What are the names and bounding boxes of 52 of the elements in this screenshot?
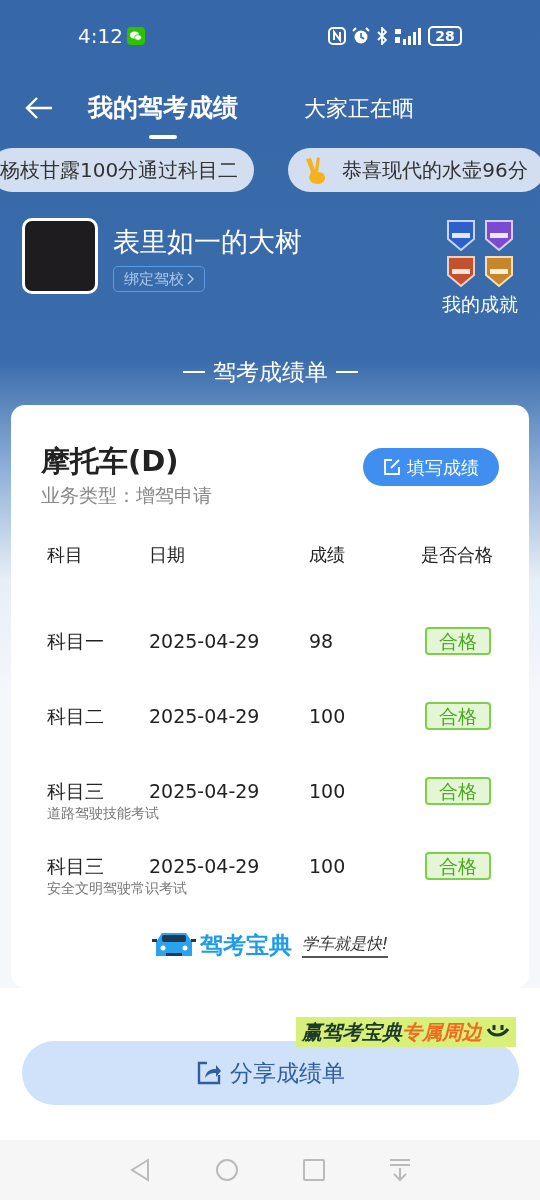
column-header: 成绩 [309,543,346,567]
table-cell-text: 98 [309,628,335,654]
result-tag: 合格 [425,852,491,880]
status-time: 4:12 [78,23,123,50]
achievement-badge-icon[interactable] [482,254,516,288]
table-cell-text: 2025-04-29 [149,853,261,879]
user-name: 表里如一的大树 [113,225,302,259]
achievements-link[interactable]: 我的成就 [442,290,518,319]
tab[interactable]: 我的驾考成绩 [88,77,238,139]
section-title: 驾考成绩单 [212,357,328,387]
column-header: 日期 [149,543,186,567]
chat-app-icon [126,27,145,45]
congrats-chip[interactable]: 恭喜现代的水壶96分 [288,148,540,192]
table-cell: 科目三 [47,779,104,802]
bluetooth-icon [376,27,388,45]
avatar-image[interactable] [22,218,98,294]
column-header: 是否合格 [420,543,493,567]
bind-school-link[interactable]: 绑定驾校 [113,266,205,292]
achievement-badge-icon[interactable] [482,218,516,252]
result-tag: 合格 [425,777,491,805]
brand-name: 驾考宝典 [199,930,292,960]
tab[interactable]: 大家正在晒 [304,91,414,125]
chevron-right-icon [187,273,194,285]
result-tag: 合格 [425,702,491,730]
table-cell-text: 2025-04-29 [149,703,261,729]
achievement-badge-icon[interactable] [444,254,478,288]
achievement-badge-icon[interactable] [444,218,478,252]
table-cell: 科目二 [47,704,104,727]
nfc-icon [328,27,346,45]
result-tag: 合格 [425,627,491,655]
share-icon [196,1060,222,1086]
table-cell: 科目三 [47,854,104,877]
battery-indicator: 28 [428,26,462,46]
edit-icon [383,458,401,476]
vehicle-class: 摩托车(D) [41,443,180,479]
subject-note: 安全文明驾驶常识考试 [47,878,187,898]
congrats-chip[interactable]: 杨枝甘露100分通过科目二 [0,148,255,192]
column-header: 科目 [47,543,84,567]
table-cell-text: 2025-04-29 [149,628,261,654]
fill-score-button[interactable]: 填写成绩 [363,448,499,486]
table-cell: 科目一 [47,629,104,652]
back-arrow-icon[interactable] [24,96,54,120]
table-cell-text: 100 [309,778,347,804]
promo-banner[interactable]: 赢驾考宝典专属周边 [296,1017,516,1047]
table-cell-text: 100 [309,853,347,879]
alarm-icon [352,27,370,45]
signal-icon [394,27,422,45]
table-cell-text: 2025-04-29 [149,778,261,804]
brand-slogan: 学车就是快! [301,931,389,958]
table-cell-text: 100 [309,703,347,729]
business-type: 业务类型：增驾申请 [41,483,212,508]
subject-note: 道路驾驶技能考试 [47,803,159,823]
